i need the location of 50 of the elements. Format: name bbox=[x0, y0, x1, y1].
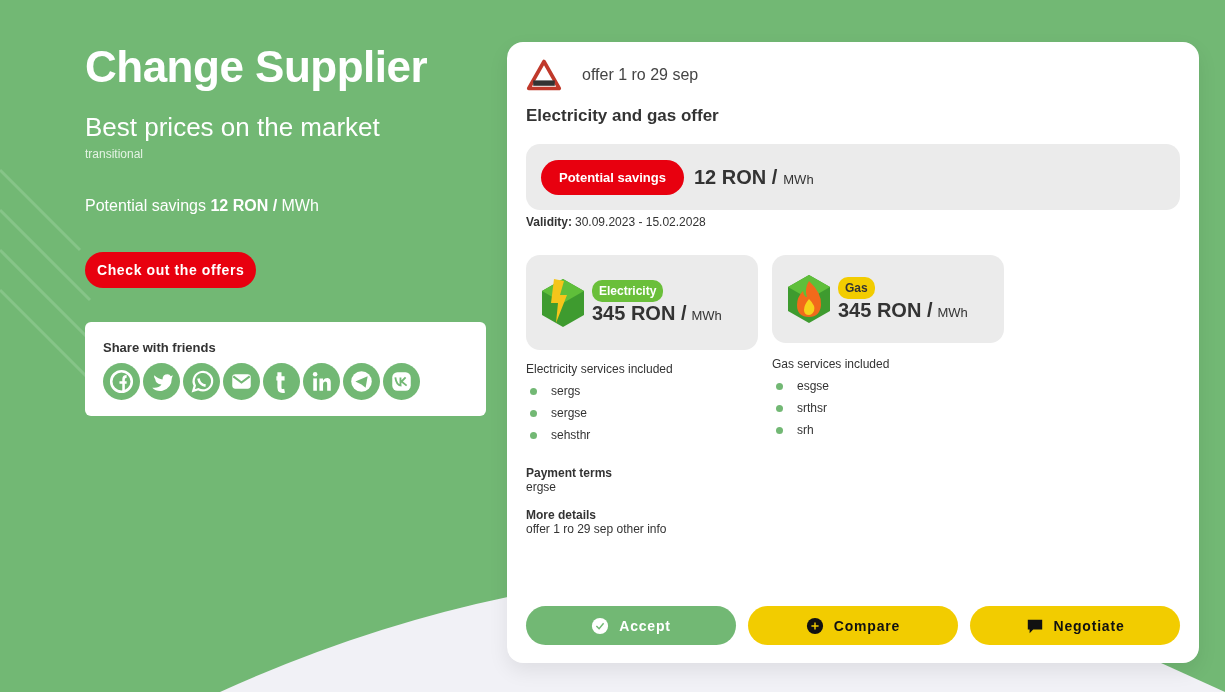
service-item: esgse bbox=[797, 379, 830, 393]
warning-triangle-logo-icon bbox=[526, 58, 562, 92]
compare-button[interactable]: Compare bbox=[748, 606, 958, 645]
savings-unit: MWh bbox=[783, 172, 814, 187]
service-item: srthsr bbox=[797, 401, 827, 415]
energy-price: 345 RON / bbox=[592, 302, 687, 325]
energy-type-badge: Gas bbox=[838, 276, 875, 299]
bird-icon[interactable] bbox=[143, 363, 180, 400]
bullet-dot-icon bbox=[530, 431, 537, 439]
check-circle-icon bbox=[591, 616, 610, 635]
offer-name: offer 1 ro 29 sep bbox=[582, 66, 699, 84]
more-details-title: More details bbox=[526, 508, 598, 522]
service-item: sergs bbox=[551, 384, 581, 398]
bullet-dot-icon bbox=[530, 387, 537, 395]
validity-dates: 30.09.2023 - 15.02.2028 bbox=[575, 215, 706, 229]
in-letter-icon[interactable] bbox=[303, 363, 340, 400]
service-item: sergse bbox=[551, 406, 588, 420]
services-title: Electricity services included bbox=[526, 362, 674, 376]
savings-value: 12 RON / bbox=[693, 165, 778, 189]
service-item: srh bbox=[797, 423, 814, 437]
payment-terms-title: Payment terms bbox=[526, 466, 614, 480]
payment-terms-value: ergse bbox=[526, 480, 558, 494]
hero-tag: transitional bbox=[85, 147, 144, 161]
energy-unit: MWh bbox=[691, 308, 722, 323]
check-offers-button[interactable]: Check out the offers bbox=[85, 252, 257, 288]
savings-text: Potential savings 12 RON / MWh bbox=[85, 197, 319, 215]
bullet-dot-icon bbox=[776, 404, 783, 412]
phone-bubble-icon[interactable] bbox=[183, 363, 220, 400]
hero-title: Change Supplier bbox=[85, 42, 428, 92]
f-letter-icon[interactable] bbox=[103, 363, 140, 400]
t-letter-icon[interactable] bbox=[263, 363, 300, 400]
energy-price: 345 RON / bbox=[838, 298, 933, 322]
plus-circle-icon bbox=[805, 616, 824, 635]
energy-type-badge: Electricity bbox=[592, 280, 664, 302]
services-title: Gas services included bbox=[772, 357, 891, 371]
share-title: Share with friends bbox=[103, 340, 217, 355]
hero-subtitle: Best prices on the market bbox=[85, 112, 380, 143]
service-item: sehsthr bbox=[551, 428, 591, 442]
savings-badge: Potential savings bbox=[541, 159, 684, 195]
envelope-icon[interactable] bbox=[223, 363, 260, 400]
paper-plane-icon[interactable] bbox=[343, 363, 380, 400]
bullet-dot-icon bbox=[530, 409, 537, 417]
validity-label: Validity: bbox=[526, 215, 572, 229]
more-details-value: offer 1 ro 29 sep other info bbox=[526, 522, 668, 536]
energy-unit: MWh bbox=[937, 304, 968, 320]
vk-letter-icon[interactable] bbox=[383, 363, 420, 400]
bullet-dot-icon bbox=[776, 382, 783, 390]
bullet-dot-icon bbox=[776, 426, 783, 434]
offer-heading: Electricity and gas offer bbox=[526, 106, 720, 126]
negotiate-button[interactable]: Negotiate bbox=[970, 606, 1180, 645]
